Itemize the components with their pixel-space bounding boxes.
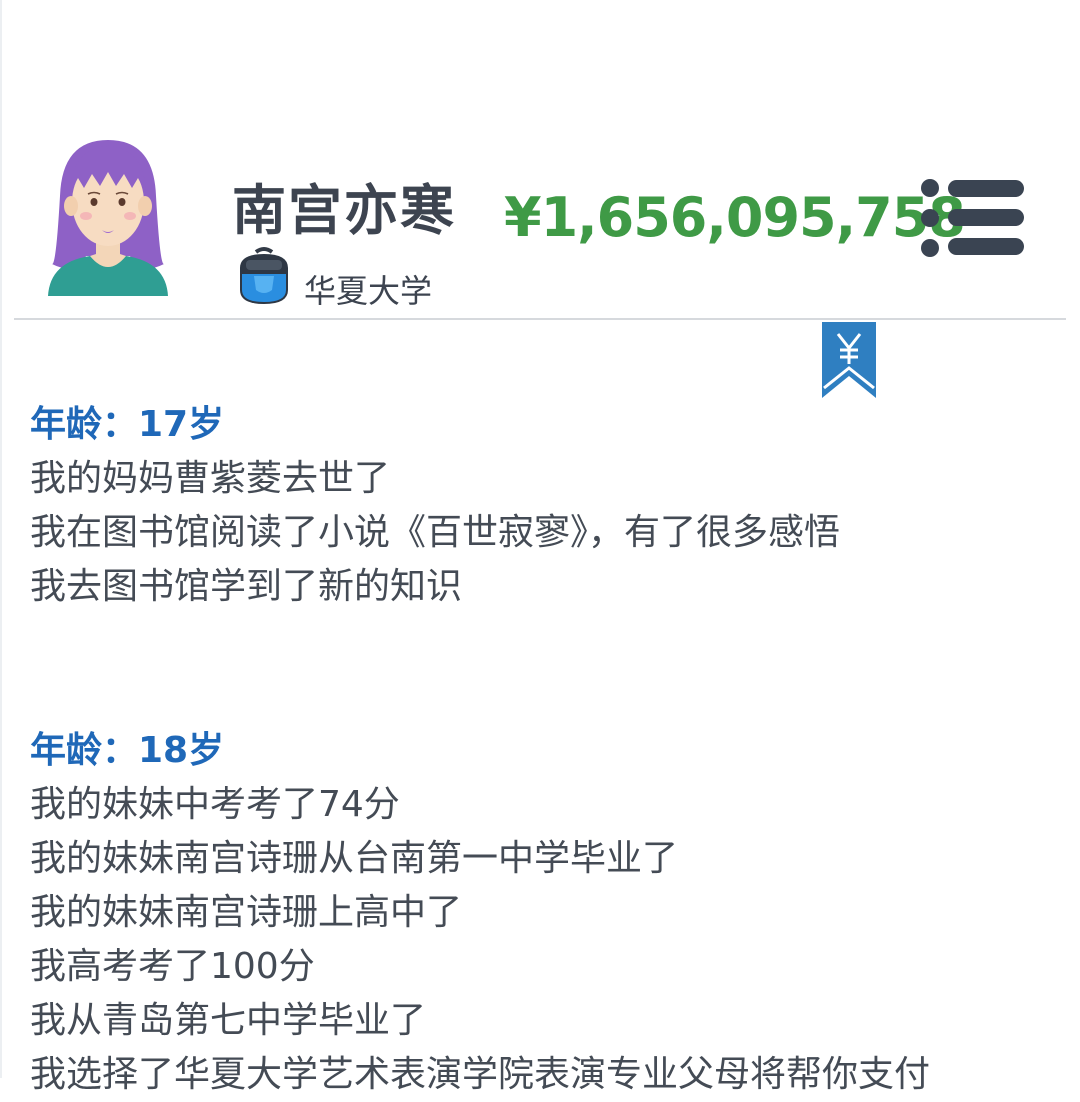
age-heading: 年龄：18岁	[30, 730, 225, 771]
event-item: 我从青岛第七中学毕业了	[30, 1000, 427, 1041]
profile-header: 南宫亦寒 华夏大学 ¥1,656,095,758	[0, 0, 1080, 320]
school-name: 华夏大学	[304, 272, 433, 310]
event-item: 我的妹妹南宫诗珊从台南第一中学毕业了	[30, 838, 679, 879]
event-item: 我高考考了100分	[30, 946, 315, 987]
event-item: 我的妈妈曹紫菱去世了	[30, 458, 391, 499]
event-item: 我去图书馆学到了新的知识	[30, 566, 463, 607]
menu-list-icon[interactable]	[918, 176, 1026, 260]
event-item: 我的妹妹南宫诗珊上高中了	[30, 892, 463, 933]
money-amount: ¥1,656,095,758	[504, 186, 966, 249]
yuan-bookmark-icon[interactable]	[820, 322, 878, 400]
girl-avatar-icon	[46, 136, 170, 300]
life-timeline: 年龄：17岁 我的妈妈曹紫菱去世了 我在图书馆阅读了小说《百世寂寥》，有了很多感…	[30, 398, 1070, 1102]
backpack-icon	[236, 246, 292, 306]
age-block: 年龄：18岁 我的妹妹中考考了74分 我的妹妹南宫诗珊从台南第一中学毕业了 我的…	[30, 724, 1070, 1102]
event-item: 我选择了华夏大学艺术表演学院表演专业父母将帮你支付	[30, 1054, 931, 1095]
age-block: 年龄：17岁 我的妈妈曹紫菱去世了 我在图书馆阅读了小说《百世寂寥》，有了很多感…	[30, 398, 1070, 614]
age-heading: 年龄：17岁	[30, 404, 225, 445]
event-item: 我在图书馆阅读了小说《百世寂寥》，有了很多感悟	[30, 512, 841, 553]
header-divider	[14, 318, 1066, 320]
character-name: 南宫亦寒	[232, 179, 456, 242]
event-item: 我的妹妹中考考了74分	[30, 784, 400, 825]
